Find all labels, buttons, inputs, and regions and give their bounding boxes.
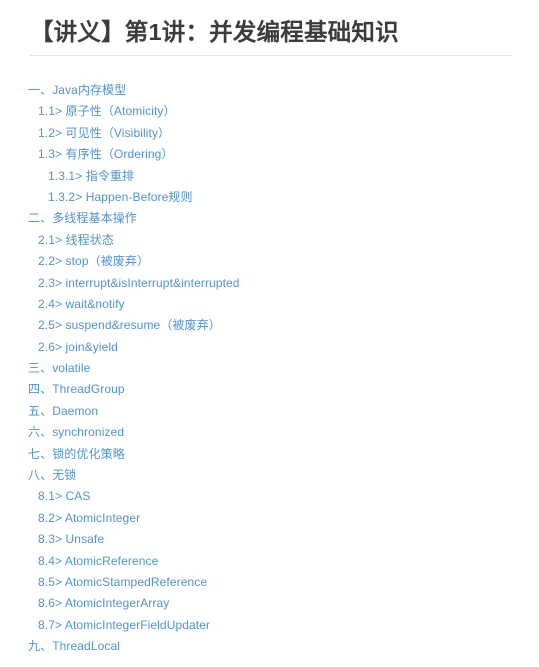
toc-item: 七、锁的优化策略 bbox=[0, 443, 539, 464]
toc-link[interactable]: 1.2> 可见性（Visibility） bbox=[0, 123, 170, 144]
toc-link[interactable]: 2.5> suspend&resume（被废弃） bbox=[0, 315, 221, 336]
toc-link[interactable]: 四、ThreadGroup bbox=[0, 379, 125, 400]
toc-item: 8.6> AtomicIntegerArray bbox=[0, 592, 539, 613]
toc-item: 8.3> Unsafe bbox=[0, 528, 539, 549]
toc-link[interactable]: 2.4> wait&notify bbox=[0, 294, 125, 315]
toc-item: 2.4> wait&notify bbox=[0, 293, 539, 314]
toc-item: 四、ThreadGroup bbox=[0, 378, 539, 399]
page-title: 【讲义】第1讲：并发编程基础知识 bbox=[30, 19, 399, 45]
toc-item: 六、synchronized bbox=[0, 421, 539, 442]
toc-list: 一、Java内存模型 1.1> 原子性（Atomicity） 1.2> 可见性（Vi… bbox=[0, 56, 539, 657]
toc-link[interactable]: 七、锁的优化策略 bbox=[0, 444, 125, 465]
toc-link[interactable]: 2.6> join&yield bbox=[0, 337, 118, 358]
toc-link[interactable]: 8.6> AtomicIntegerArray bbox=[0, 593, 169, 614]
toc-link[interactable]: 1.3.2> Happen-Before规则 bbox=[0, 187, 193, 208]
toc-link[interactable]: 八、无锁 bbox=[0, 465, 76, 486]
toc-link[interactable]: 2.3> interrupt&isInterrupt&interrupted bbox=[0, 273, 240, 294]
toc-item: 九、ThreadLocal bbox=[0, 635, 539, 656]
toc-link[interactable]: 三、volatile bbox=[0, 358, 90, 379]
toc-item: 2.3> interrupt&isInterrupt&interrupted bbox=[0, 272, 539, 293]
toc-link[interactable]: 8.2> AtomicInteger bbox=[0, 508, 140, 529]
table-of-contents: 一、Java内存模型 1.1> 原子性（Atomicity） 1.2> 可见性（Vi… bbox=[0, 56, 539, 657]
toc-item: 三、volatile bbox=[0, 357, 539, 378]
toc-link[interactable]: 8.5> AtomicStampedReference bbox=[0, 572, 207, 593]
toc-item: 一、Java内存模型 bbox=[0, 79, 539, 100]
toc-item: 1.2> 可见性（Visibility） bbox=[0, 122, 539, 143]
toc-link[interactable]: 1.3.1> 指令重排 bbox=[0, 166, 134, 187]
toc-item: 八、无锁 bbox=[0, 464, 539, 485]
toc-item: 2.1> 线程状态 bbox=[0, 229, 539, 250]
document-header: 【讲义】第1讲：并发编程基础知识 bbox=[0, 0, 539, 56]
toc-item: 1.1> 原子性（Atomicity） bbox=[0, 100, 539, 121]
toc-link[interactable]: 2.2> stop（被废弃） bbox=[0, 251, 149, 272]
toc-item: 五、Daemon bbox=[0, 400, 539, 421]
toc-item: 1.3.2> Happen-Before规则 bbox=[0, 186, 539, 207]
toc-link[interactable]: 二、多线程基本操作 bbox=[0, 208, 137, 229]
toc-item: 1.3> 有序性（Ordering） bbox=[0, 143, 539, 164]
toc-item: 2.5> suspend&resume（被废弃） bbox=[0, 314, 539, 335]
toc-item: 二、多线程基本操作 bbox=[0, 207, 539, 228]
toc-item: 8.2> AtomicInteger bbox=[0, 507, 539, 528]
toc-link[interactable]: 2.1> 线程状态 bbox=[0, 230, 114, 251]
toc-link[interactable]: 8.7> AtomicIntegerFieldUpdater bbox=[0, 615, 210, 636]
toc-item: 8.4> AtomicReference bbox=[0, 550, 539, 571]
toc-link[interactable]: 8.3> Unsafe bbox=[0, 529, 104, 550]
toc-link[interactable]: 1.1> 原子性（Atomicity） bbox=[0, 101, 176, 122]
toc-item: 2.2> stop（被废弃） bbox=[0, 250, 539, 271]
toc-item: 8.1> CAS bbox=[0, 485, 539, 506]
toc-item: 2.6> join&yield bbox=[0, 336, 539, 357]
article-page: 【讲义】第1讲：并发编程基础知识 一、Java内存模型 1.1> 原子性（Atom… bbox=[0, 0, 539, 667]
toc-item: 8.5> AtomicStampedReference bbox=[0, 571, 539, 592]
toc-link[interactable]: 六、synchronized bbox=[0, 422, 124, 443]
toc-link[interactable]: 8.1> CAS bbox=[0, 486, 91, 507]
toc-link[interactable]: 九、ThreadLocal bbox=[0, 636, 120, 657]
toc-link[interactable]: 五、Daemon bbox=[0, 401, 98, 422]
toc-link[interactable]: 1.3> 有序性（Ordering） bbox=[0, 144, 174, 165]
toc-item: 1.3.1> 指令重排 bbox=[0, 165, 539, 186]
toc-item: 8.7> AtomicIntegerFieldUpdater bbox=[0, 614, 539, 635]
toc-link[interactable]: 8.4> AtomicReference bbox=[0, 551, 158, 572]
toc-link[interactable]: 一、Java内存模型 bbox=[0, 80, 126, 101]
